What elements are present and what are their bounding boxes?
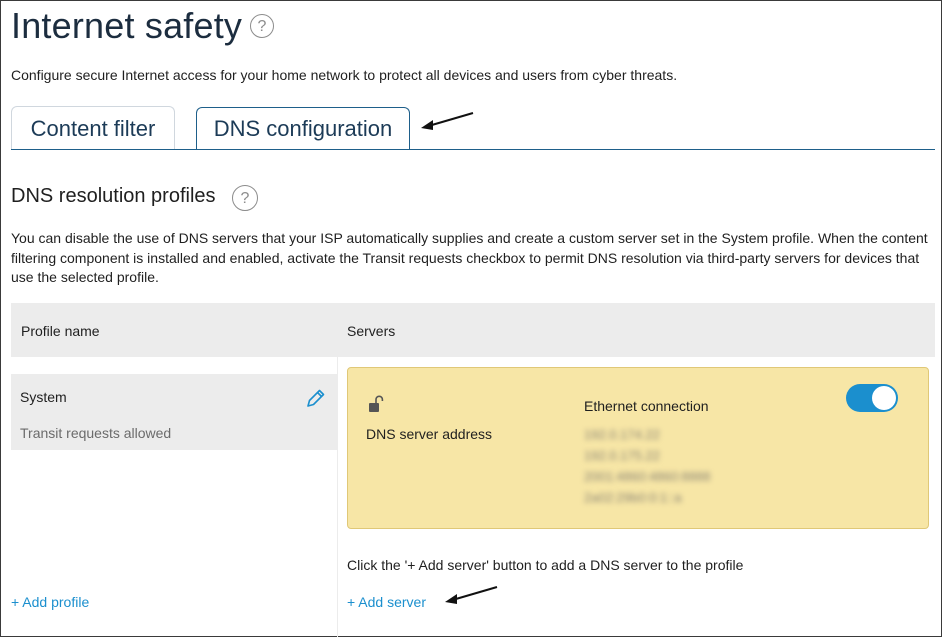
tab-dns-configuration[interactable]: DNS configuration (196, 107, 410, 152)
dns-server-label: DNS server address (366, 426, 493, 442)
page-title: Internet safety (11, 5, 243, 46)
page-description: Configure secure Internet access for you… (11, 67, 678, 83)
table-header: Profile name Servers (11, 303, 935, 357)
connection-toggle[interactable] (846, 384, 898, 412)
arrow-icon (445, 586, 498, 604)
section-title: DNS resolution profiles (11, 185, 216, 207)
dns-address-list: 192.0.174.22 192.0.175.22 2001:4860:4860… (584, 424, 711, 508)
dns-address: 192.0.175.22 (584, 448, 660, 463)
dns-server-card[interactable]: DNS server address Ethernet connection 1… (347, 367, 929, 529)
section-paragraph: You can disable the use of DNS servers t… (11, 230, 928, 285)
dns-address: 2001:4860:4860:8888 (584, 469, 711, 484)
column-header-profile: Profile name (21, 323, 100, 339)
tab-label: Content filter (30, 115, 156, 141)
profile-status: Transit requests allowed (20, 425, 172, 441)
pencil-icon[interactable] (305, 387, 327, 409)
tab-label: DNS configuration (213, 116, 393, 141)
tab-underline (11, 149, 935, 150)
add-server-link[interactable]: + Add server (347, 594, 426, 610)
dns-address: 2a02:29b0:0:1::a (584, 490, 682, 505)
question-circle-icon[interactable]: ? (232, 185, 258, 211)
arrow-icon (421, 112, 474, 130)
toggle-knob (872, 386, 896, 410)
connection-name: Ethernet connection (584, 398, 709, 414)
tab-content-filter[interactable]: Content filter (11, 106, 175, 150)
column-header-servers: Servers (347, 323, 396, 339)
question-circle-icon[interactable]: ? (250, 14, 274, 38)
add-server-hint: Click the '+ Add server' button to add a… (347, 557, 744, 573)
unlock-icon (369, 395, 384, 412)
profile-name: System (20, 389, 67, 405)
dns-address: 192.0.174.22 (584, 427, 660, 442)
add-profile-link[interactable]: + Add profile (11, 594, 89, 610)
profile-row-system[interactable]: System Transit requests allowed (11, 374, 338, 450)
